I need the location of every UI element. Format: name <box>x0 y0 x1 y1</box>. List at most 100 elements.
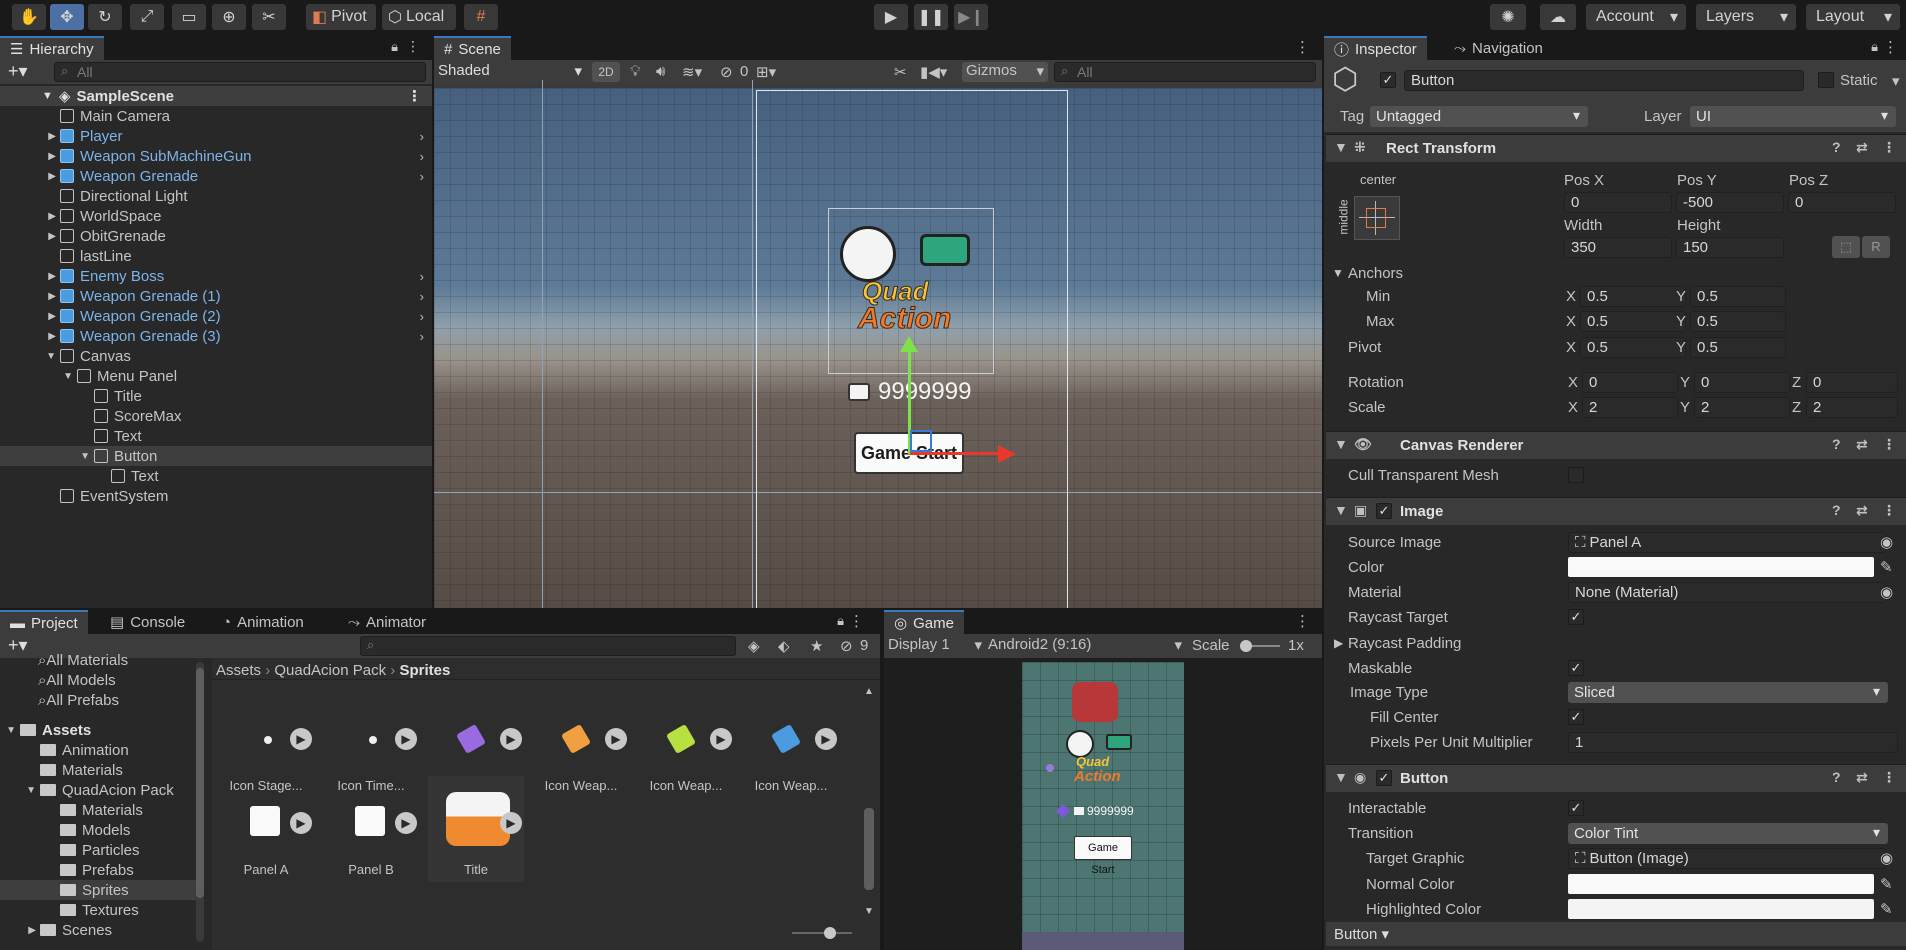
services-icon[interactable]: ✺ <box>1490 4 1526 30</box>
height-field[interactable]: 150 <box>1676 237 1784 258</box>
preset-icon[interactable]: ⇄ <box>1856 769 1868 786</box>
folder-tree-item[interactable]: ▼ QuadAcion Pack <box>0 780 196 800</box>
hierarchy-item[interactable]: EventSystem <box>0 486 432 506</box>
expand-arrow-icon[interactable]: ▼ <box>0 351 60 362</box>
component-menu-icon[interactable]: ⋮ <box>1882 769 1896 786</box>
lock-icon[interactable]: 🔒︎ <box>1871 39 1878 55</box>
expand-arrow-icon[interactable]: ▶ <box>0 925 40 936</box>
tree-scrollbar-thumb[interactable] <box>196 668 204 898</box>
image-component-header[interactable]: ▼ ▣ ✓ Image ? ⇄ ⋮ <box>1326 497 1906 525</box>
image-enabled-checkbox[interactable]: ✓ <box>1376 503 1392 519</box>
pivot-x-field[interactable]: 0.5 <box>1580 337 1686 358</box>
preset-icon[interactable]: ⇄ <box>1856 436 1868 453</box>
rect-transform-header[interactable]: ▼ ⁜ Rect Transform ? ⇄ ⋮ <box>1326 134 1906 162</box>
more-menu-icon[interactable]: ⋮ <box>1295 38 1310 56</box>
filter-type-icon[interactable]: ◈ <box>748 637 760 655</box>
grid-snap-icon[interactable]: # <box>464 4 498 30</box>
help-icon[interactable]: ? <box>1832 436 1841 452</box>
asset-scrollbar[interactable]: ▲ ▼ <box>864 686 874 918</box>
maskable-checkbox[interactable]: ✓ <box>1568 660 1584 676</box>
tab-game[interactable]: ◎ Game <box>884 610 964 634</box>
width-field[interactable]: 350 <box>1564 237 1672 258</box>
expand-arrow-icon[interactable]: ▼ <box>0 725 20 736</box>
scene-search-input[interactable]: ⌕ All <box>1054 62 1316 82</box>
chevron-down-icon[interactable]: ▾ <box>1892 72 1900 90</box>
move-tool-icon[interactable]: ✥ <box>50 4 84 30</box>
foldout-arrow-icon[interactable]: ▼ <box>1334 769 1348 785</box>
expand-arrow-icon[interactable]: ▼ <box>0 451 94 462</box>
rotate-tool-icon[interactable]: ↻ <box>88 4 122 30</box>
shading-mode-dropdown[interactable]: Shaded ▾ <box>438 62 584 82</box>
tab-scene[interactable]: # Scene <box>434 36 511 60</box>
expand-arrow-icon[interactable]: ▶ <box>0 171 60 182</box>
step-button[interactable]: ▶❙ <box>954 4 988 30</box>
foldout-arrow-icon[interactable]: ▼ <box>1332 266 1344 280</box>
component-menu-icon[interactable]: ⋮ <box>1882 502 1896 519</box>
tab-inspector[interactable]: ⓘ Inspector <box>1324 36 1427 60</box>
play-button[interactable]: ▶ <box>874 4 908 30</box>
gizmos-dropdown[interactable]: Gizmos ▾ <box>962 62 1048 82</box>
folder-tree-item[interactable]: ▼ Assets <box>0 720 196 740</box>
scale-z-field[interactable]: 2 <box>1806 397 1898 418</box>
more-menu-icon[interactable]: ⋮ <box>1883 38 1898 56</box>
play-icon[interactable]: ▶ <box>395 728 417 750</box>
expand-arrow-icon[interactable]: ▶ <box>0 271 60 282</box>
thumbnail-size-slider[interactable] <box>792 927 852 939</box>
lock-icon[interactable]: 🔒︎ <box>837 613 844 629</box>
add-icon[interactable]: +▾ <box>8 61 28 82</box>
expand-arrow-icon[interactable]: ▶ <box>0 311 60 322</box>
chevron-right-icon[interactable]: › <box>420 329 424 344</box>
hierarchy-item[interactable]: lastLine <box>0 246 432 266</box>
tools-icon[interactable]: ✂ <box>894 63 907 81</box>
folder-tree-item[interactable]: Prefabs <box>0 860 196 880</box>
chevron-right-icon[interactable]: › <box>420 169 424 184</box>
color-swatch[interactable] <box>1568 557 1874 577</box>
scale-y-field[interactable]: 2 <box>1694 397 1790 418</box>
tree-scrollbar[interactable] <box>196 662 204 942</box>
play-icon[interactable]: ▶ <box>290 812 312 834</box>
rect-tool-icon[interactable]: ▭ <box>172 4 206 30</box>
pivot-toggle[interactable]: ◧ Pivot <box>306 4 376 30</box>
folder-tree-item[interactable]: Textures <box>0 900 196 920</box>
inspector-footer[interactable]: Button ▾ <box>1326 922 1906 946</box>
folder-tree-item[interactable]: Sprites <box>0 880 196 900</box>
favorite-item[interactable]: ⌕ All Materials <box>0 650 200 670</box>
slider-handle[interactable] <box>1240 640 1252 652</box>
button-component-header[interactable]: ▼ ◉ ✓ Button ? ⇄ ⋮ <box>1326 764 1906 792</box>
move-gizmo-y-arrow-icon[interactable] <box>900 336 918 352</box>
hierarchy-item[interactable]: ScoreMax <box>0 406 432 426</box>
asset-item[interactable]: ▶ Panel A <box>218 776 314 882</box>
pos-y-field[interactable]: -500 <box>1676 192 1784 213</box>
play-icon[interactable]: ▶ <box>500 812 522 834</box>
pivot-y-field[interactable]: 0.5 <box>1690 337 1786 358</box>
expand-arrow-icon[interactable]: ▼ <box>42 90 53 102</box>
asset-item[interactable]: ▶ Icon Weap... <box>743 692 839 798</box>
asset-item[interactable]: ▶ Title <box>428 776 524 882</box>
expand-arrow-icon[interactable]: ▼ <box>0 785 40 796</box>
hierarchy-item[interactable]: ▶ WorldSpace <box>0 206 432 226</box>
object-picker-icon[interactable]: ◉ <box>1880 583 1893 601</box>
transition-dropdown[interactable]: Color Tint <box>1568 823 1888 844</box>
pos-z-field[interactable]: 0 <box>1788 192 1896 213</box>
chevron-right-icon[interactable]: › <box>420 149 424 164</box>
blueprint-mode-icon[interactable]: ⬚ <box>1832 236 1860 258</box>
hierarchy-item[interactable]: ▶ Weapon Grenade › <box>0 166 432 186</box>
display-dropdown[interactable]: Display 1 ▾ <box>888 636 984 656</box>
normal-color-swatch[interactable] <box>1568 874 1874 894</box>
camera-icon[interactable]: ▮◀▾ <box>920 63 947 81</box>
hierarchy-search-input[interactable]: ⌕ All <box>54 62 426 82</box>
cull-transparent-mesh-checkbox[interactable] <box>1568 467 1584 483</box>
move-gizmo-x-arrow-icon[interactable] <box>998 445 1016 463</box>
hierarchy-item[interactable]: ▶ Weapon Grenade (1) › <box>0 286 432 306</box>
tab-navigation[interactable]: ⤳ Navigation <box>1444 36 1553 60</box>
interactable-checkbox[interactable]: ✓ <box>1568 800 1584 816</box>
image-type-dropdown[interactable]: Sliced <box>1568 682 1888 703</box>
more-menu-icon[interactable]: ⋮ <box>849 612 864 630</box>
breadcrumb-assets[interactable]: Assets <box>216 662 261 679</box>
scroll-down-icon[interactable]: ▼ <box>864 906 874 917</box>
hierarchy-item[interactable]: Directional Light <box>0 186 432 206</box>
folder-tree-item[interactable]: Particles <box>0 840 196 860</box>
layout-dropdown[interactable]: Layout ▾ <box>1806 4 1900 30</box>
foldout-arrow-icon[interactable]: ▶ <box>1334 636 1343 650</box>
favorite-item[interactable]: ⌕ All Prefabs <box>0 690 200 710</box>
